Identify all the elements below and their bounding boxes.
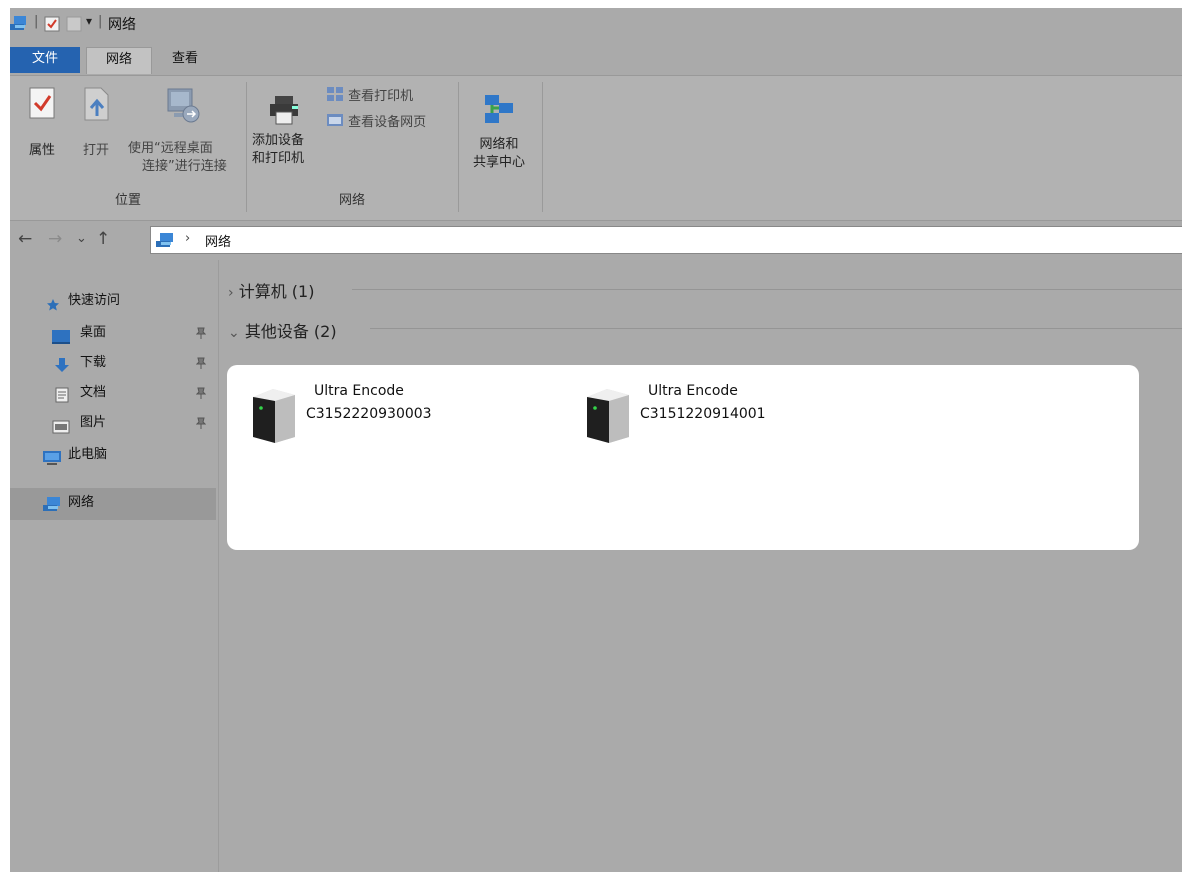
device-item[interactable]: Ultra Encode C3151220914001: [585, 383, 905, 453]
window-title: 网络: [108, 17, 136, 33]
sidebar-item-label: 图片: [80, 415, 107, 430]
sidebar-item-documents[interactable]: 文档: [10, 378, 216, 408]
properties-icon: [26, 87, 58, 126]
remote-desktop-label-line1: 使用“远程桌面: [128, 141, 213, 156]
sidebar-item-quick-access[interactable]: 快速访问: [10, 286, 216, 316]
network-icon: [10, 14, 28, 36]
ribbon-tabs: 文件 网络 查看: [10, 41, 1182, 75]
device-item[interactable]: Ultra Encode C3152220930003: [251, 383, 571, 453]
title-separator: |: [98, 14, 103, 29]
group-label-network: 网络: [338, 193, 365, 208]
group-header-computers[interactable]: › 计算机 (1): [228, 278, 314, 302]
ribbon-group-separator: [542, 82, 543, 212]
sidebar-item-pictures[interactable]: 图片: [10, 408, 216, 438]
recent-locations-button[interactable]: ⌄: [76, 231, 87, 246]
sidebar-item-network[interactable]: 网络: [10, 488, 216, 520]
sidebar-item-label: 网络: [68, 495, 95, 510]
title-bar: | ▾ | 网络: [10, 8, 1182, 40]
sidebar-item-label: 快速访问: [68, 293, 121, 308]
sidebar-item-label: 桌面: [80, 325, 107, 340]
printers-list-icon: [326, 86, 344, 108]
add-device-button[interactable]: 添加设备 和打印机: [250, 92, 320, 168]
forward-button[interactable]: →: [48, 229, 62, 249]
network-icon: [42, 495, 62, 525]
server-tower-icon: [585, 383, 631, 447]
open-label: 打开: [82, 143, 109, 158]
sidebar-item-label: 文档: [80, 385, 107, 400]
view-printers-label: 查看打印机: [348, 89, 414, 104]
remote-desktop-button[interactable]: 使用“远程桌面 连接”进行连接: [122, 86, 242, 176]
properties-quick-icon[interactable]: [44, 16, 60, 36]
open-icon: [80, 87, 112, 126]
customize-quick-access-dropdown[interactable]: ▾: [86, 14, 92, 28]
devices-panel: Ultra Encode C3152220930003 Ultra Encode…: [227, 365, 1139, 550]
ribbon-group-separator: [458, 82, 459, 212]
network-icon: [155, 231, 175, 253]
network-sharing-label-line2: 共享中心: [472, 155, 525, 170]
device-name: Ultra Encode: [314, 383, 404, 399]
view-device-webpage-label: 查看设备网页: [348, 115, 427, 130]
properties-button[interactable]: 属性: [22, 86, 62, 160]
tab-network[interactable]: 网络: [86, 47, 152, 74]
computer-icon: [42, 448, 62, 478]
sidebar-item-downloads[interactable]: 下载: [10, 348, 216, 378]
group-header-label: 其他设备 (2): [244, 322, 337, 341]
printer-icon: [267, 96, 303, 130]
add-device-label-line1: 添加设备: [252, 133, 305, 148]
group-header-other-devices[interactable]: ⌄ 其他设备 (2): [228, 318, 337, 342]
file-explorer-window: | ▾ | 网络 文件 网络 查看 属性 打开 使用“远程桌面 连接”进行连接 …: [10, 8, 1182, 872]
address-bar[interactable]: › 网络: [150, 226, 1182, 254]
pin-icon[interactable]: [195, 318, 207, 350]
device-id: C3151220914001: [640, 406, 766, 422]
title-separator: |: [34, 14, 39, 29]
up-button[interactable]: ↑: [96, 229, 110, 249]
breadcrumb-separator[interactable]: ›: [185, 231, 190, 246]
back-button[interactable]: ←: [18, 229, 32, 249]
pin-icon[interactable]: [195, 348, 207, 380]
network-sharing-icon: [481, 95, 517, 132]
pane-divider[interactable]: [218, 260, 219, 872]
properties-label: 属性: [28, 143, 55, 158]
group-divider-line: [370, 328, 1182, 329]
network-sharing-center-button[interactable]: 网络和 共享中心: [464, 92, 534, 172]
tab-view[interactable]: 查看: [158, 47, 212, 73]
new-folder-quick-icon[interactable]: [66, 16, 82, 36]
sidebar-item-desktop[interactable]: 桌面: [10, 318, 216, 348]
sidebar-item-label: 下载: [80, 355, 107, 370]
breadcrumb-network[interactable]: 网络: [205, 231, 231, 250]
group-header-label: 计算机 (1): [238, 282, 315, 301]
network-sharing-label-line1: 网络和: [479, 137, 519, 152]
pin-icon[interactable]: [195, 378, 207, 410]
pin-icon[interactable]: [195, 408, 207, 440]
server-tower-icon: [251, 383, 297, 447]
collapsed-chevron-icon: ›: [228, 285, 234, 301]
ribbon: 属性 打开 使用“远程桌面 连接”进行连接 位置 添加设备 和打印机 查看打印机: [10, 75, 1182, 221]
sidebar-item-this-pc[interactable]: 此电脑: [10, 440, 216, 470]
navigation-bar: ← → ⌄ ↑ › 网络: [10, 223, 1182, 257]
view-printers-button[interactable]: 查看打印机: [326, 86, 446, 108]
sidebar-item-label: 此电脑: [68, 447, 108, 462]
view-device-webpage-button[interactable]: 查看设备网页: [326, 112, 456, 134]
expanded-chevron-icon: ⌄: [228, 325, 240, 341]
remote-desktop-icon: [162, 88, 202, 130]
group-divider-line: [352, 289, 1182, 290]
group-label-location: 位置: [114, 193, 141, 208]
navigation-pane: 快速访问 桌面 下载 文档 图片 此电脑 网络: [10, 260, 218, 872]
remote-desktop-label-line2: 连接”进行连接: [142, 159, 227, 174]
add-device-label-line2: 和打印机: [252, 151, 305, 166]
tab-file[interactable]: 文件: [10, 47, 80, 73]
screen: | ▾ | 网络 文件 网络 查看 属性 打开 使用“远程桌面 连接”进行连接 …: [0, 0, 1182, 872]
webpage-icon: [326, 112, 344, 134]
open-button[interactable]: 打开: [74, 86, 118, 160]
device-name: Ultra Encode: [648, 383, 738, 399]
device-id: C3152220930003: [306, 406, 432, 422]
